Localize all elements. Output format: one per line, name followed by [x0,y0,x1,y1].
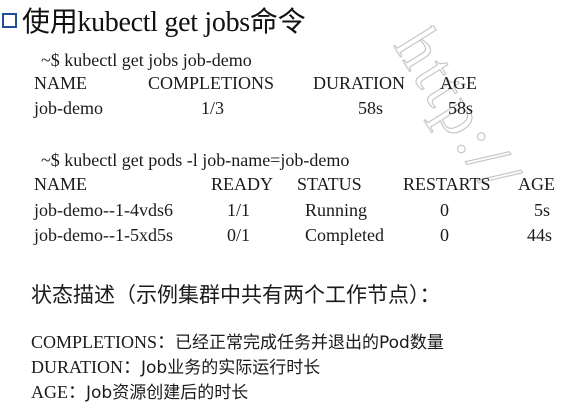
pods-row-2-status: Completed [305,225,384,245]
jobs-header-completions: COMPLETIONS [148,73,275,93]
pods-row-2-name: job-demo--1-5xd5s [34,225,173,245]
jobs-header-duration: DURATION [313,73,405,93]
desc-definition: Job资源创建后的时长 [86,383,249,403]
pods-header-name: NAME [34,174,87,194]
pods-row-2-ready: 0/1 [227,225,251,245]
jobs-header-age: AGE [440,73,477,93]
jobs-command: ~$ kubectl get jobs job-demo [41,50,252,70]
status-description-heading: 状态描述（示例集群中共有两个工作节点）： [31,283,441,307]
watermark: http:// [381,25,538,206]
desc-item-duration: DURATION：Job业务的实际运行时长 [31,358,320,377]
desc-term: DURATION： [31,357,141,377]
desc-item-completions: COMPLETIONS：已经正常完成任务并退出的Pod数量 [31,333,444,352]
pods-header-restarts: RESTARTS [403,174,491,194]
jobs-row-duration: 58s [358,98,384,118]
pods-row-2-restarts: 0 [440,225,449,245]
jobs-header-name: NAME [34,73,87,93]
desc-definition: Job业务的实际运行时长 [141,358,321,378]
jobs-row-completions: 1/3 [201,98,225,118]
title-row: 使用kubectl get jobs命令 [0,0,306,40]
desc-item-age: AGE：Job资源创建后的时长 [31,383,248,402]
page-title: 使用kubectl get jobs命令 [22,7,306,38]
jobs-row-age: 58s [448,98,474,118]
pods-row-1-status: Running [305,200,368,220]
pods-row-1-restarts: 0 [440,200,449,220]
pods-command: ~$ kubectl get pods -l job-name=job-demo [41,150,350,170]
jobs-row-name: job-demo [34,98,103,118]
desc-definition: 已经正常完成任务并退出的Pod数量 [175,333,444,353]
pods-header-ready: READY [211,174,273,194]
desc-term: COMPLETIONS： [31,332,176,352]
pods-row-1-ready: 1/1 [227,200,251,220]
square-bullet-icon [2,12,17,28]
pods-header-age: AGE [518,174,555,194]
pods-row-2-age: 44s [527,225,553,245]
slide: http:// 使用kubectl get jobs命令 ~$ kubectl … [0,0,570,411]
desc-term: AGE： [31,382,86,402]
pods-row-1-age: 5s [534,200,551,220]
pods-header-status: STATUS [297,174,362,194]
pods-row-1-name: job-demo--1-4vds6 [34,200,173,220]
